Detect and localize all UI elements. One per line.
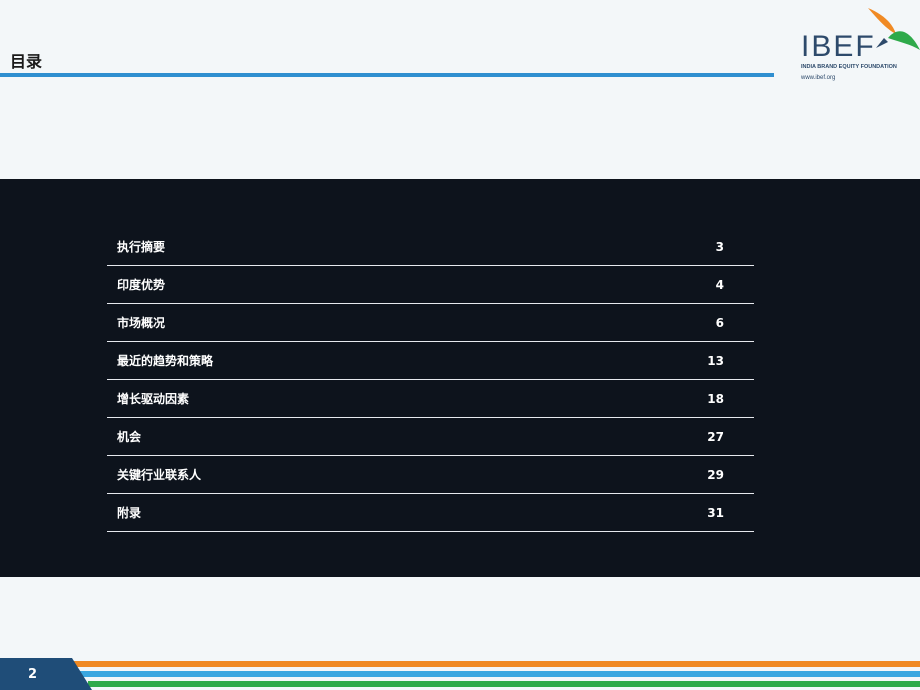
toc-page: 29 (707, 467, 724, 482)
page-number: 2 (28, 667, 38, 682)
logo-subtitle: INDIA BRAND EQUITY FOUNDATION (801, 64, 897, 70)
toc-label: 执行摘要 (117, 240, 166, 254)
toc-row[interactable]: 执行摘要 3 (107, 228, 754, 266)
toc-page: 31 (707, 505, 724, 520)
stripe-blue (80, 671, 920, 677)
page-badge (0, 658, 92, 690)
stripe-orange (72, 661, 920, 667)
toc-row[interactable]: 市场概况 6 (107, 304, 754, 342)
toc-page: 18 (707, 391, 724, 406)
toc-label: 关键行业联系人 (117, 468, 202, 482)
toc-label: 增长驱动因素 (117, 392, 190, 406)
toc-row[interactable]: 增长驱动因素 18 (107, 380, 754, 418)
title-underline (0, 73, 774, 77)
toc-page: 4 (715, 277, 724, 292)
toc-panel: 执行摘要 3 印度优势 4 市场概况 6 最近的趋势和策略 13 增长驱动因素 … (0, 179, 920, 577)
toc-row[interactable]: 关键行业联系人 29 (107, 456, 754, 494)
toc-row[interactable]: 附录 31 (107, 494, 754, 532)
page-title: 目录 (10, 52, 43, 71)
toc-page: 13 (707, 353, 724, 368)
logo-url: www.ibef.org (801, 75, 836, 81)
toc-row[interactable]: 最近的趋势和策略 13 (107, 342, 754, 380)
toc-label: 附录 (117, 506, 142, 520)
toc-label: 印度优势 (117, 278, 166, 292)
stripe-green (88, 681, 920, 687)
toc-page: 27 (707, 429, 724, 444)
footer: 2 (0, 658, 920, 690)
ibef-logo: IBEF INDIA BRAND EQUITY FOUNDATION www.i… (798, 8, 920, 88)
toc-row[interactable]: 机会 27 (107, 418, 754, 456)
logo-wordmark: IBEF (801, 30, 876, 63)
toc-row[interactable]: 印度优势 4 (107, 266, 754, 304)
toc-label: 机会 (117, 430, 142, 444)
toc-list: 执行摘要 3 印度优势 4 市场概况 6 最近的趋势和策略 13 增长驱动因素 … (107, 228, 754, 532)
toc-page: 3 (715, 239, 724, 254)
toc-page: 6 (715, 315, 724, 330)
toc-label: 最近的趋势和策略 (117, 354, 214, 368)
toc-label: 市场概况 (117, 316, 166, 330)
